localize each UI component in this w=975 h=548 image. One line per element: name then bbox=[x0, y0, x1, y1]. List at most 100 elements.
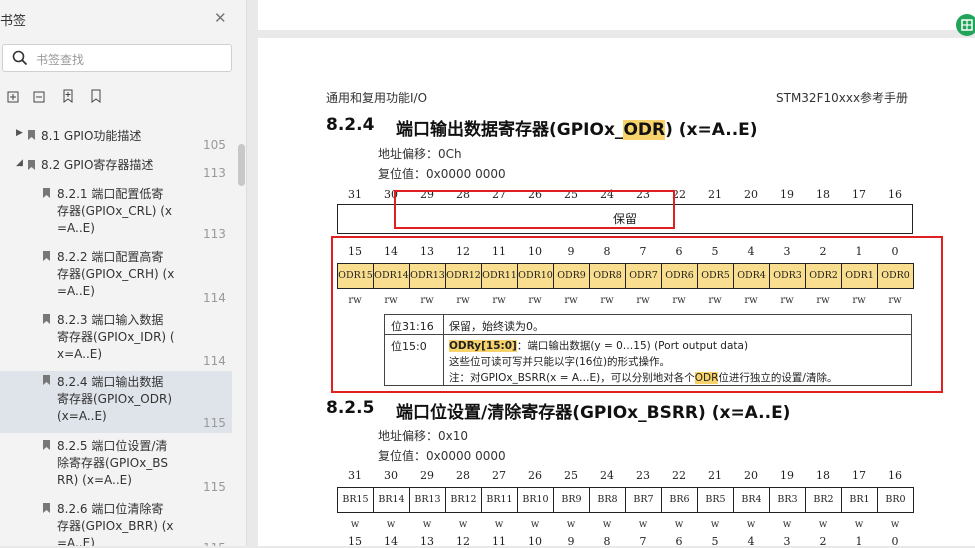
bit-number: 27 bbox=[492, 469, 506, 482]
bookmark-item-8-2-4[interactable]: 8.2.4 端口输出数据 寄存器(GPIOx_ODR) (x=A..E) 115 bbox=[0, 371, 232, 433]
bit-number: 17 bbox=[852, 469, 866, 482]
bit-number: 19 bbox=[780, 188, 794, 201]
collapse-arrow-icon[interactable]: ◢ bbox=[16, 158, 23, 168]
bookmark-label-line: 寄存器(GPIOx_ODR) bbox=[57, 392, 173, 406]
bit-number: 9 bbox=[567, 535, 575, 548]
bookmark-list: ▶ 8.1 GPIO功能描述 105 ◢ 8.2 GPIO寄存器描述 113 8… bbox=[0, 124, 236, 546]
bit-number: 16 bbox=[888, 469, 902, 482]
bookmark-item-8-2-1[interactable]: 8.2.1 端口配置低寄 存器(GPIOx_CRL) (x =A..E) 113 bbox=[0, 184, 232, 244]
br-bit-cell: BR11 bbox=[481, 487, 518, 513]
bookmark-label-line: 8.2.6 端口位清除寄 bbox=[57, 502, 164, 516]
bit-number: 3 bbox=[783, 535, 791, 548]
red-annotation-box bbox=[331, 236, 943, 393]
br-bit-cell: BR12 bbox=[445, 487, 482, 513]
bit-number: 17 bbox=[852, 188, 866, 201]
bookmark-item-8-1[interactable]: ▶ 8.1 GPIO功能描述 105 bbox=[0, 126, 232, 152]
access-w: w bbox=[458, 519, 468, 530]
bit-number: 13 bbox=[420, 535, 434, 548]
bit-number: 29 bbox=[420, 469, 434, 482]
br-bit-cell: BR6 bbox=[661, 487, 698, 513]
section-title-text: 端口输出数据寄存器(GPIOx_ bbox=[396, 120, 624, 140]
section-title-text: ) (x=A..E) bbox=[665, 120, 758, 140]
search-highlight: ODR bbox=[623, 120, 666, 140]
bookmark-label-line: 8.2.3 端口输入数据 bbox=[57, 313, 164, 327]
grid-app-icon[interactable] bbox=[956, 14, 975, 36]
access-w: w bbox=[710, 519, 720, 530]
bookmark-label-line: x=A..E) bbox=[57, 347, 103, 361]
bit-number: 19 bbox=[780, 469, 794, 482]
bit-number: 15 bbox=[348, 535, 362, 548]
bit-number: 30 bbox=[384, 469, 398, 482]
bookmark-item-8-2-5[interactable]: 8.2.5 端口位设置/清 除寄存器(GPIOx_BS RR) (x=A..E)… bbox=[0, 436, 232, 498]
bit-number: 31 bbox=[348, 469, 362, 482]
previous-page-edge bbox=[258, 0, 975, 30]
bookmark-label-line: =A..E) bbox=[57, 536, 95, 546]
bookmark-label-line: 存器(GPIOx_BRR) (x bbox=[57, 519, 174, 533]
collapse-all-icon[interactable] bbox=[33, 89, 47, 103]
bookmark-flag-icon bbox=[43, 314, 50, 324]
bit-number: 20 bbox=[744, 469, 758, 482]
br-bit-cell: BR3 bbox=[769, 487, 806, 513]
search-placeholder: 书签查找 bbox=[36, 53, 85, 67]
bit-number: 0 bbox=[891, 535, 899, 548]
access-w: w bbox=[638, 519, 648, 530]
br-bit-cell: BR15 bbox=[337, 487, 374, 513]
br-bit-cell: BR1 bbox=[841, 487, 878, 513]
access-w: w bbox=[566, 519, 576, 530]
br-bit-cell: BR13 bbox=[409, 487, 446, 513]
running-header-right: STM32F10xxx参考手册 bbox=[776, 91, 909, 105]
access-w: w bbox=[854, 519, 864, 530]
bookmark-panel: 书签 ✕ 书签查找 ▶ 8.1 GPIO功能描述 105 ◢ 8.2 GPIO寄… bbox=[0, 0, 247, 546]
bit-number: 23 bbox=[636, 469, 650, 482]
bit-number: 1 bbox=[855, 535, 863, 548]
reset-value: 复位值：0x0000 0000 bbox=[378, 449, 506, 463]
bookmark-page: 113 bbox=[203, 166, 226, 180]
br-bit-cell: BR4 bbox=[733, 487, 770, 513]
expand-all-icon[interactable] bbox=[7, 89, 21, 103]
bookmark-label-line: =A..E) bbox=[57, 221, 95, 235]
bookmark-item-8-2-2[interactable]: 8.2.2 端口配置高寄 存器(GPIOx_CRH) (x =A..E) 114 bbox=[0, 247, 232, 309]
bookmark-item-8-2-6[interactable]: 8.2.6 端口位清除寄 存器(GPIOx_BRR) (x =A..E) 115 bbox=[0, 499, 232, 546]
bookmark-item-8-2[interactable]: ◢ 8.2 GPIO寄存器描述 113 bbox=[0, 156, 232, 180]
bookmark-label-line: 存器(GPIOx_CRH) (x bbox=[57, 267, 175, 281]
bit-number: 21 bbox=[708, 469, 722, 482]
red-annotation-box bbox=[394, 190, 675, 229]
bit-number: 18 bbox=[816, 188, 830, 201]
bookmark-page: 115 bbox=[203, 480, 226, 494]
br-bit-cell: BR10 bbox=[517, 487, 554, 513]
bookmark-page: 114 bbox=[203, 291, 226, 305]
bookmark-label-line: 寄存器(GPIOx_IDR) ( bbox=[57, 330, 175, 344]
bookmark-item-8-2-3[interactable]: 8.2.3 端口输入数据 寄存器(GPIOx_IDR) ( x=A..E) 11… bbox=[0, 310, 232, 372]
bookmark-page: 105 bbox=[203, 138, 226, 152]
access-w: w bbox=[530, 519, 540, 530]
bookmark-flag-icon bbox=[43, 188, 50, 198]
sidebar-scrollbar[interactable] bbox=[238, 144, 245, 186]
bit-number: 6 bbox=[675, 535, 683, 548]
bookmark-label: 8.2 GPIO寄存器描述 bbox=[41, 158, 154, 172]
bookmark-page: 114 bbox=[203, 354, 226, 368]
bit-number: 12 bbox=[456, 535, 470, 548]
bit-number: 8 bbox=[603, 535, 611, 548]
bookmark-label-line: 8.2.5 端口位设置/清 bbox=[57, 439, 168, 453]
address-offset: 地址偏移：0x10 bbox=[378, 429, 469, 443]
bookmark-icon[interactable] bbox=[89, 89, 103, 103]
bookmark-flag-icon bbox=[28, 160, 35, 170]
bit-number: 21 bbox=[708, 188, 722, 201]
expand-arrow-icon[interactable]: ▶ bbox=[16, 128, 23, 138]
access-w: w bbox=[386, 519, 396, 530]
bookmark-flag-icon bbox=[43, 251, 50, 261]
add-bookmark-icon[interactable] bbox=[61, 89, 75, 103]
bookmark-label-line: 存器(GPIOx_CRL) (x bbox=[57, 204, 172, 218]
access-w: w bbox=[746, 519, 756, 530]
close-icon[interactable]: ✕ bbox=[214, 9, 227, 27]
section-title: 端口输出数据寄存器(GPIOx_ODR) (x=A..E) bbox=[396, 115, 758, 140]
bit-number: 11 bbox=[492, 535, 506, 548]
bookmark-page: 115 bbox=[203, 541, 226, 546]
bookmark-search-input[interactable]: 书签查找 bbox=[2, 44, 232, 72]
bookmark-label-line: 8.2.4 端口输出数据 bbox=[57, 375, 164, 389]
bit-number: 22 bbox=[672, 469, 686, 482]
bookmark-flag-icon bbox=[28, 130, 35, 140]
bit-number: 5 bbox=[711, 535, 719, 548]
bookmark-label-line: =A..E) bbox=[57, 284, 95, 298]
access-w: w bbox=[674, 519, 684, 530]
